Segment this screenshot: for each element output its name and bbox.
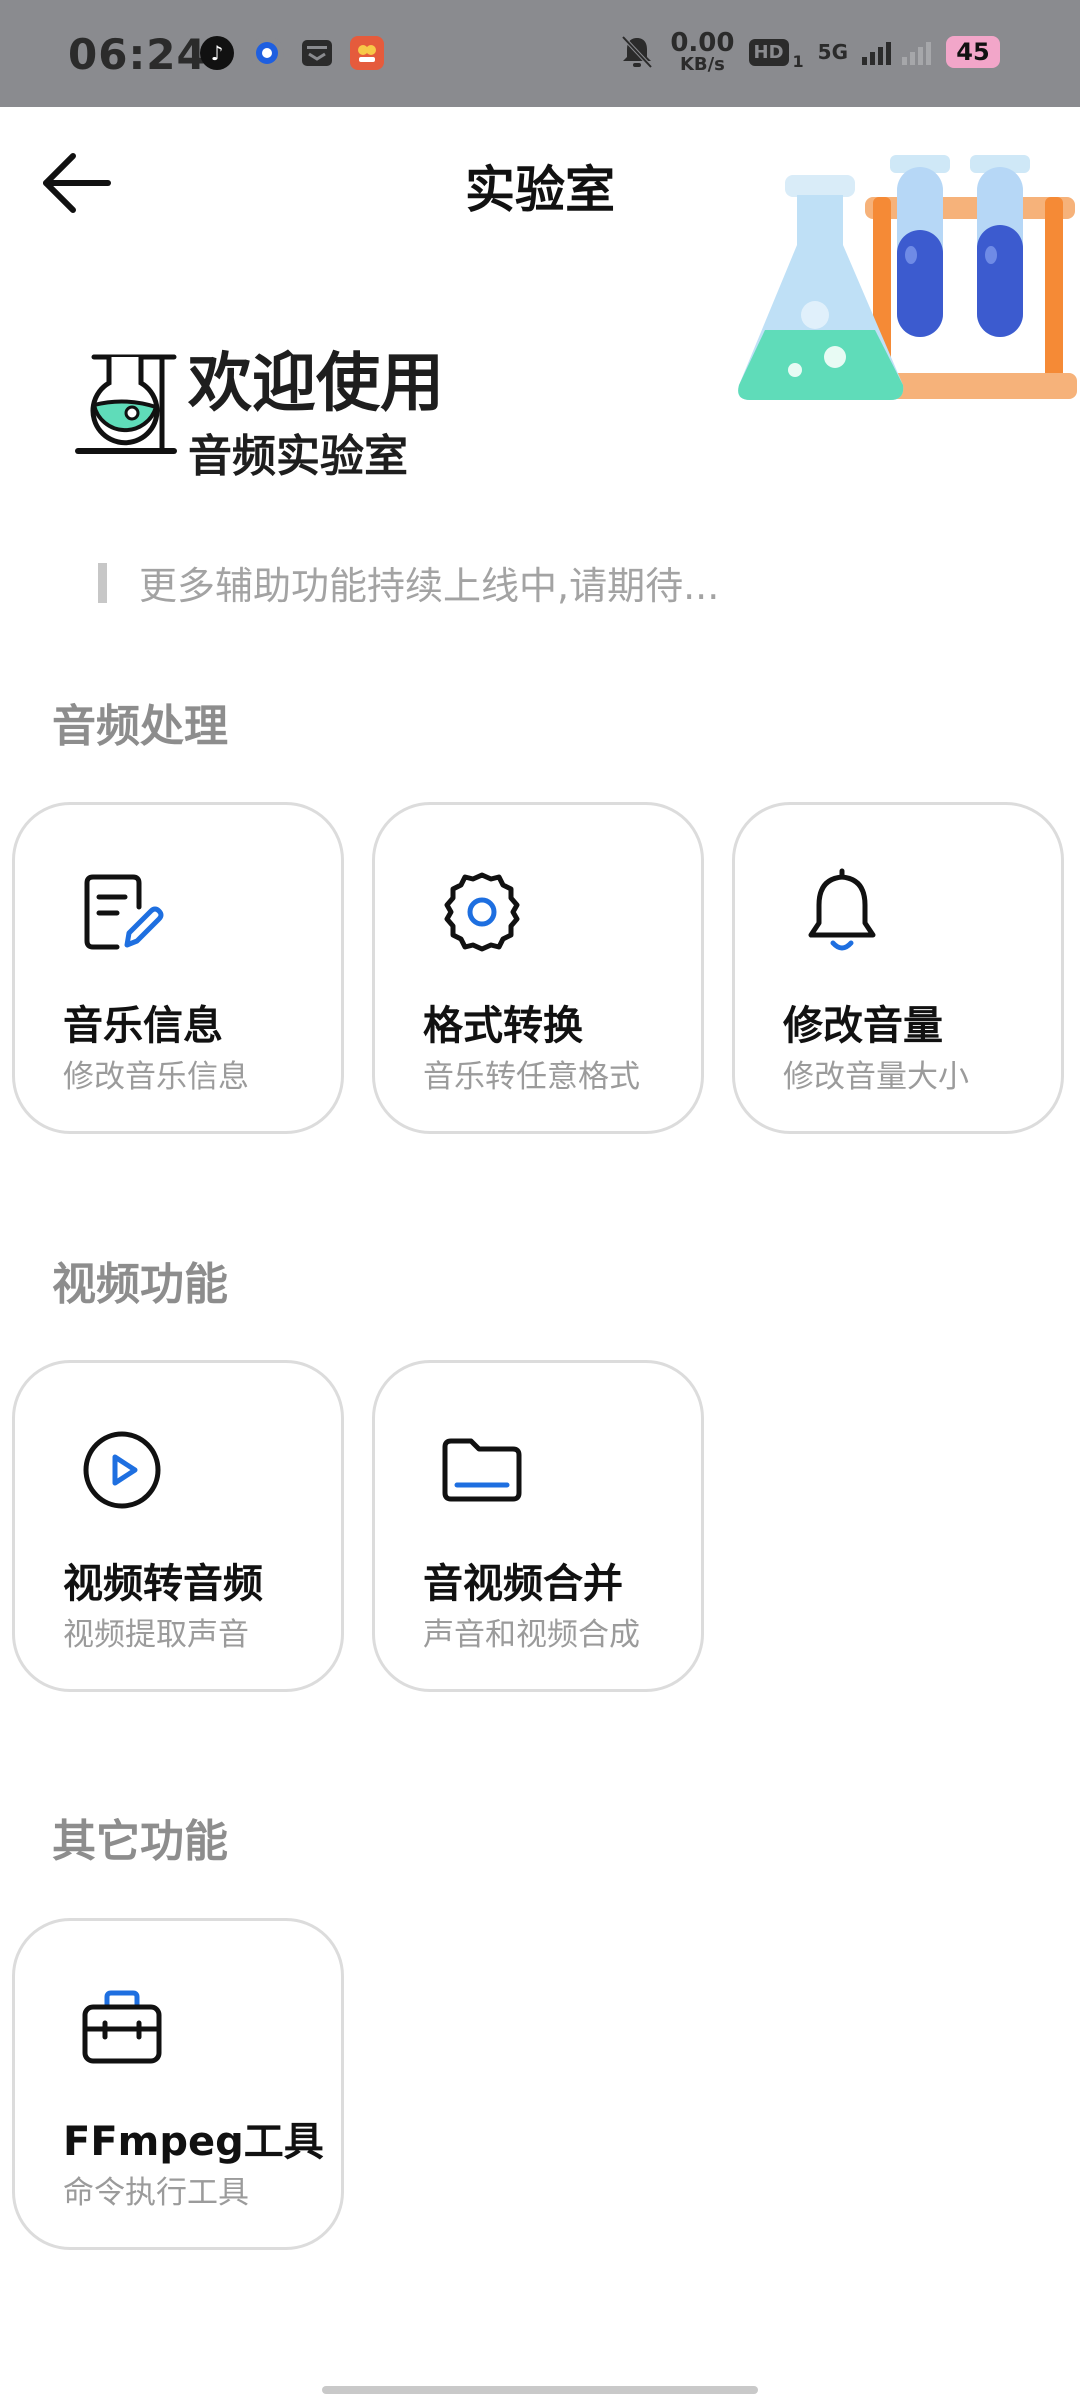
status-bar: 06:24 ♪ 0.00 KB/s HD 1 5G 45 <box>0 0 1080 107</box>
hd-badge: HD <box>748 38 789 66</box>
card-subtitle: 命令执行工具 <box>63 2175 249 2211</box>
lab-flasks-illustration <box>738 155 1077 400</box>
card-volume[interactable]: 修改音量 修改音量大小 <box>732 802 1064 1134</box>
bell-icon <box>808 868 876 951</box>
card-title: 视频转音频 <box>63 1561 263 1607</box>
battery-level: 45 <box>956 38 990 66</box>
edit-note-icon <box>84 874 164 950</box>
card-title: 音视频合并 <box>423 1561 623 1607</box>
card-title: 格式转换 <box>423 1003 583 1049</box>
mail-icon <box>300 36 334 70</box>
play-circle-icon <box>83 1431 161 1509</box>
toolbox-icon <box>82 1990 162 2064</box>
status-time: 06:24 <box>68 30 207 79</box>
browser-icon <box>250 36 284 70</box>
signal-icon <box>862 42 931 65</box>
card-title: 音乐信息 <box>63 1003 223 1049</box>
net-speed-value: 0.00 <box>670 28 735 58</box>
card-ffmpeg-tool[interactable]: FFmpeg工具 命令执行工具 <box>12 1918 344 2250</box>
card-title: 修改音量 <box>783 1003 943 1049</box>
section-title-other: 其它功能 <box>52 1816 228 1867</box>
welcome-subtitle: 音频实验室 <box>188 431 408 482</box>
hd-sub: 1 <box>792 51 804 71</box>
mute-bell-icon <box>621 35 653 69</box>
section-title-audio: 音频处理 <box>52 701 228 752</box>
welcome-title: 欢迎使用 <box>188 347 444 421</box>
network-type: 5G <box>817 40 848 64</box>
notice-text: 更多辅助功能持续上线中,请期待... <box>139 564 720 608</box>
card-subtitle: 修改音乐信息 <box>63 1059 249 1095</box>
notice-banner: 更多辅助功能持续上线中,请期待... <box>98 555 719 610</box>
card-music-info[interactable]: 音乐信息 修改音乐信息 <box>12 802 344 1134</box>
music-app-icon: ♪ <box>200 36 234 70</box>
gear-icon <box>444 872 520 952</box>
card-subtitle: 修改音量大小 <box>783 1059 969 1095</box>
section-title-video: 视频功能 <box>52 1259 228 1310</box>
card-format-convert[interactable]: 格式转换 音乐转任意格式 <box>372 802 704 1134</box>
card-subtitle: 声音和视频合成 <box>423 1617 640 1653</box>
folder-icon <box>442 1438 522 1502</box>
card-subtitle: 视频提取声音 <box>63 1617 249 1653</box>
battery-indicator: 45 <box>946 36 1000 68</box>
home-indicator[interactable] <box>322 2386 758 2394</box>
shop-app-icon <box>350 36 384 70</box>
flask-logo-icon <box>75 354 177 454</box>
notice-marker <box>98 562 107 603</box>
net-speed-unit: KB/s <box>679 54 725 75</box>
card-video-to-audio[interactable]: 视频转音频 视频提取声音 <box>12 1360 344 1692</box>
card-av-merge[interactable]: 音视频合并 声音和视频合成 <box>372 1360 704 1692</box>
card-title: FFmpeg工具 <box>63 2119 324 2165</box>
card-subtitle: 音乐转任意格式 <box>423 1059 640 1095</box>
